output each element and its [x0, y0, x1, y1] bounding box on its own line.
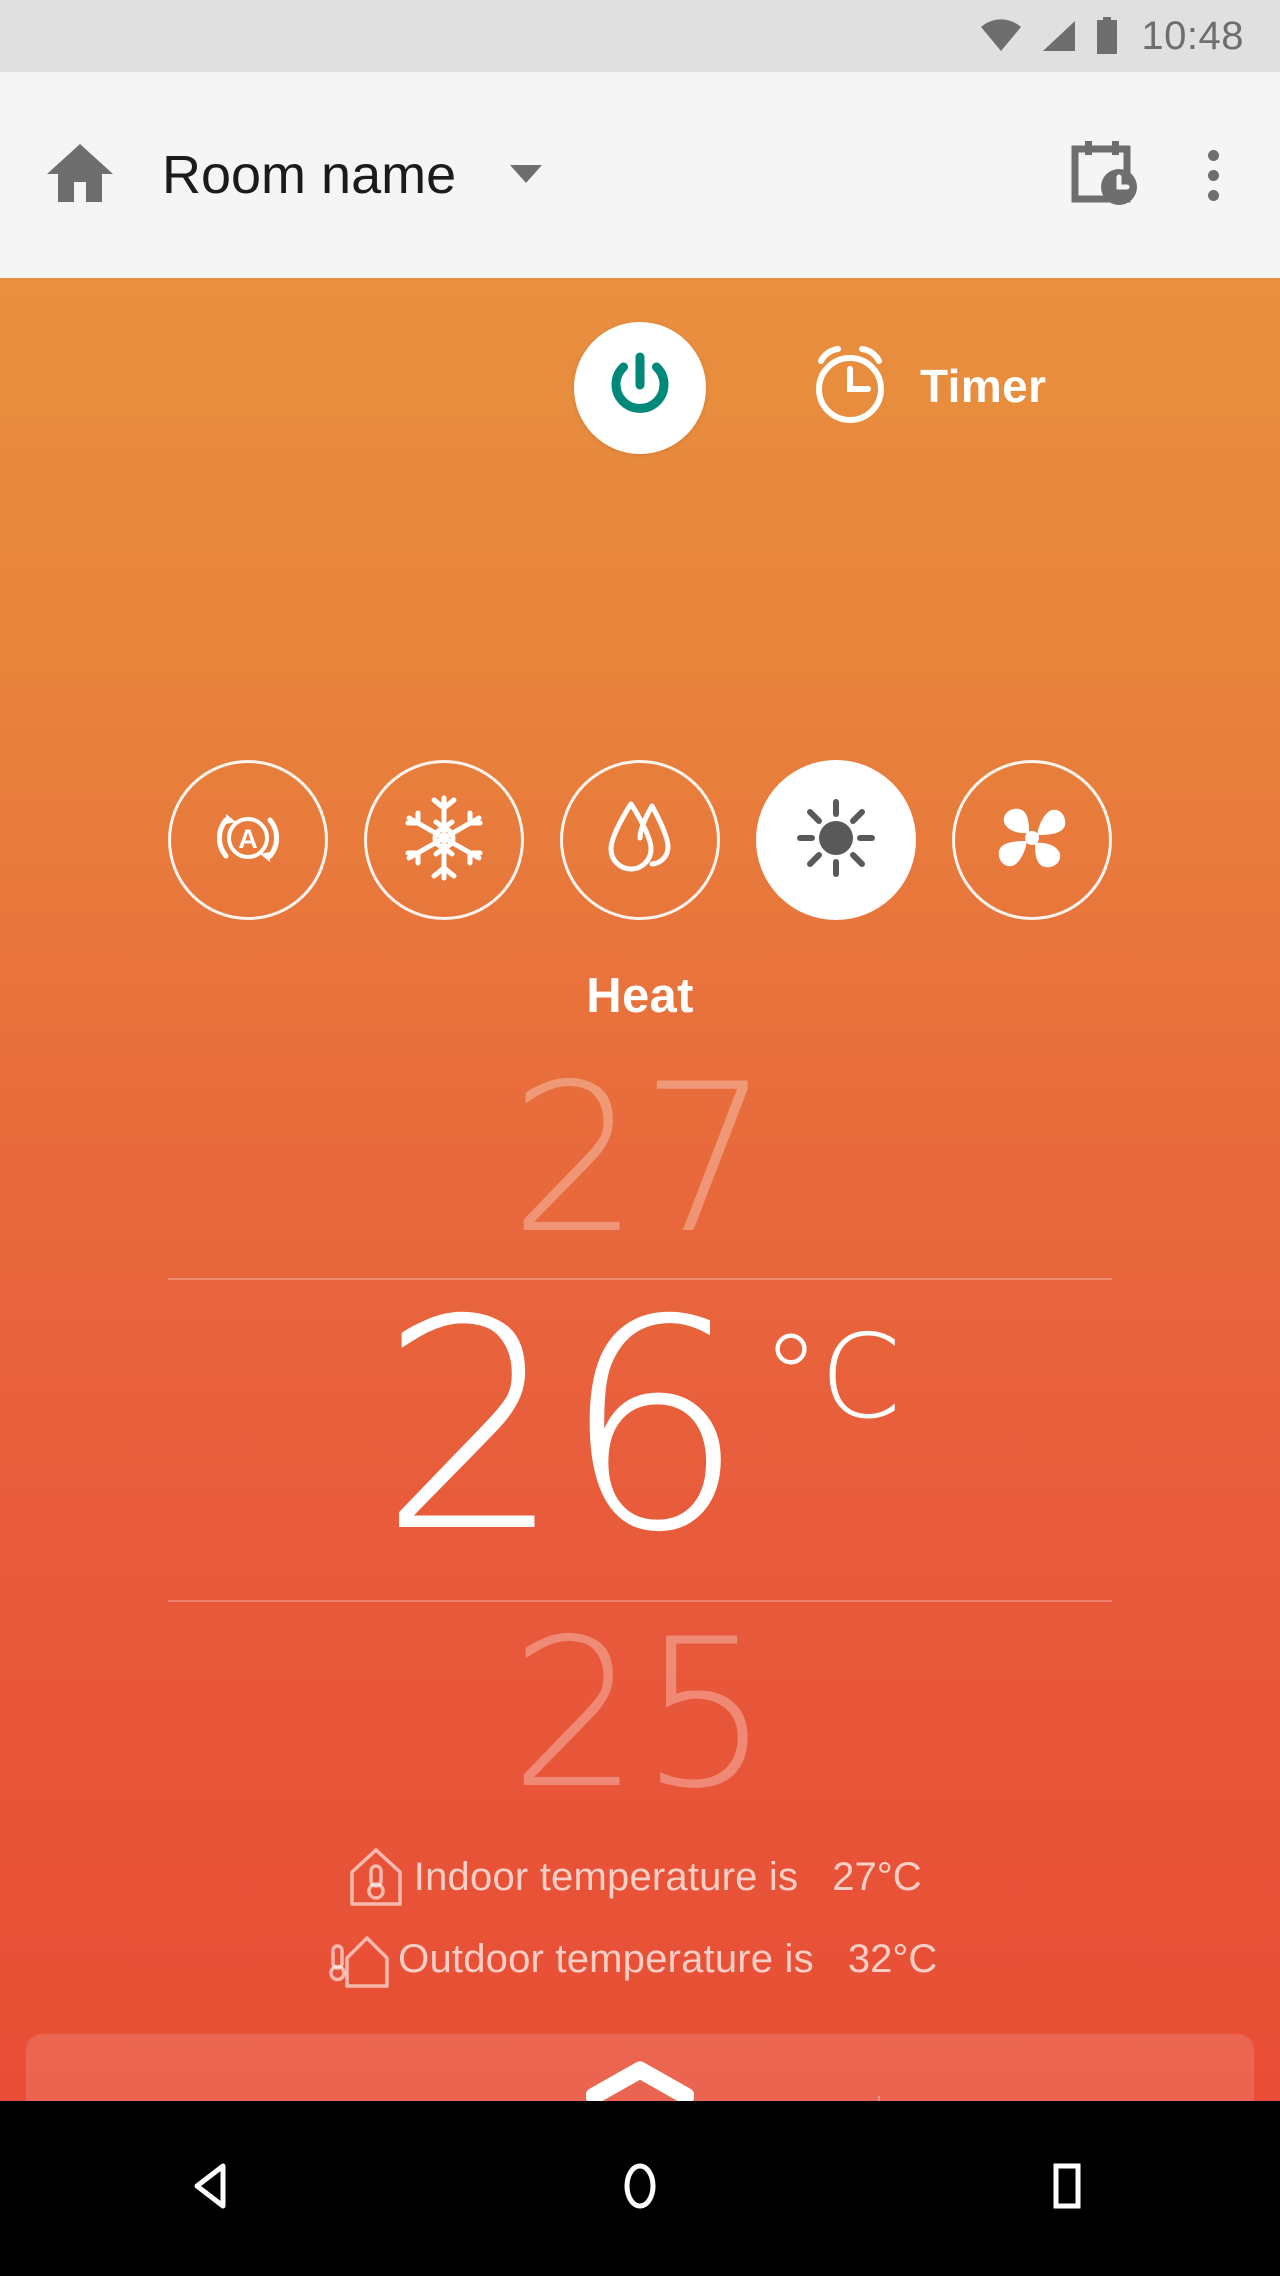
mode-button-dry[interactable]	[560, 760, 720, 920]
outdoor-thermometer-icon	[322, 1928, 398, 1990]
temperature-unit: °C	[762, 1310, 901, 1445]
chevron-down-icon	[508, 161, 544, 190]
more-vertical-icon	[1207, 149, 1219, 161]
sun-icon	[790, 792, 882, 889]
power-row: Timer	[0, 313, 1280, 463]
svg-text:A: A	[238, 824, 258, 854]
setpoint-value: 26	[378, 1259, 746, 1596]
fan-speed-section: Fan Speed AUTO	[26, 2034, 878, 2101]
indoor-temperature-row: Indoor temperature is 27°C	[0, 1836, 1280, 1918]
nav-recents-button[interactable]	[967, 2156, 1167, 2221]
water-drop-icon	[594, 792, 686, 889]
indoor-thermometer-icon	[338, 1846, 414, 1908]
recents-square-icon	[1037, 2156, 1097, 2221]
phone-screen: 10:48 Room name Timer A Heat 27 26 °C 25…	[0, 0, 1280, 2276]
temperature-decrease-button[interactable]: 25	[0, 1613, 1280, 1818]
home-circle-icon	[610, 2156, 670, 2221]
timer-label: Timer	[920, 359, 1047, 412]
wifi-icon	[979, 19, 1023, 53]
mode-button-cool[interactable]	[364, 760, 524, 920]
temperature-readouts: Indoor temperature is 27°C Outdoor tempe…	[0, 1836, 1280, 2000]
calendar-clock-icon	[1067, 137, 1139, 214]
back-triangle-icon	[183, 2156, 243, 2221]
schedule-button[interactable]	[1048, 137, 1158, 214]
room-dropdown-button[interactable]	[508, 161, 544, 190]
auto-mode-icon: A	[202, 792, 294, 889]
status-bar: 10:48	[0, 0, 1280, 72]
power-button[interactable]	[574, 322, 706, 454]
timer-button[interactable]: Timer	[806, 337, 1046, 434]
more-vertical-icon-dot2	[1207, 169, 1219, 181]
power-icon	[601, 347, 679, 430]
snowflake-icon	[396, 790, 492, 891]
alarm-clock-icon	[806, 337, 894, 434]
mode-selector: A	[0, 760, 1280, 920]
mode-button-fan[interactable]	[952, 760, 1112, 920]
status-bar-clock: 10:48	[1141, 13, 1244, 58]
battery-icon	[1095, 17, 1119, 55]
climate-control-panel: Timer A Heat 27 26 °C 25 Indoor temperat…	[0, 278, 1280, 2101]
home-icon	[45, 140, 115, 211]
signal-icon	[1039, 19, 1079, 53]
temperature-increase-button[interactable]: 27	[0, 1058, 1280, 1263]
temperature-setpoint[interactable]: 26 °C	[0, 1259, 1280, 1596]
swing-section: Swing	[878, 2034, 1254, 2101]
fan-icon	[985, 791, 1079, 890]
android-nav-bar	[0, 2101, 1280, 2276]
home-button[interactable]	[20, 140, 140, 211]
mode-button-heat[interactable]	[756, 760, 916, 920]
nav-home-button[interactable]	[540, 2156, 740, 2221]
more-vertical-icon-dot3	[1207, 189, 1219, 201]
outdoor-temperature-row: Outdoor temperature is 32°C	[0, 1918, 1280, 2000]
active-mode-label: Heat	[586, 969, 694, 1023]
fan-swing-panel: Fan Speed AUTO	[26, 2034, 1254, 2101]
panel-columns: Fan Speed AUTO	[26, 2034, 1254, 2101]
nav-back-button[interactable]	[113, 2156, 313, 2221]
mode-button-auto[interactable]: A	[168, 760, 328, 920]
outdoor-temperature-label: Outdoor temperature is	[398, 1936, 814, 1981]
indoor-temperature-value: 27°C	[832, 1854, 922, 1899]
indoor-temperature-label: Indoor temperature is	[413, 1854, 799, 1899]
overflow-menu-button[interactable]	[1158, 149, 1268, 201]
app-bar: Room name	[0, 72, 1280, 278]
outdoor-temperature-value: 32°C	[847, 1936, 938, 1981]
page-title: Room name	[162, 145, 457, 205]
